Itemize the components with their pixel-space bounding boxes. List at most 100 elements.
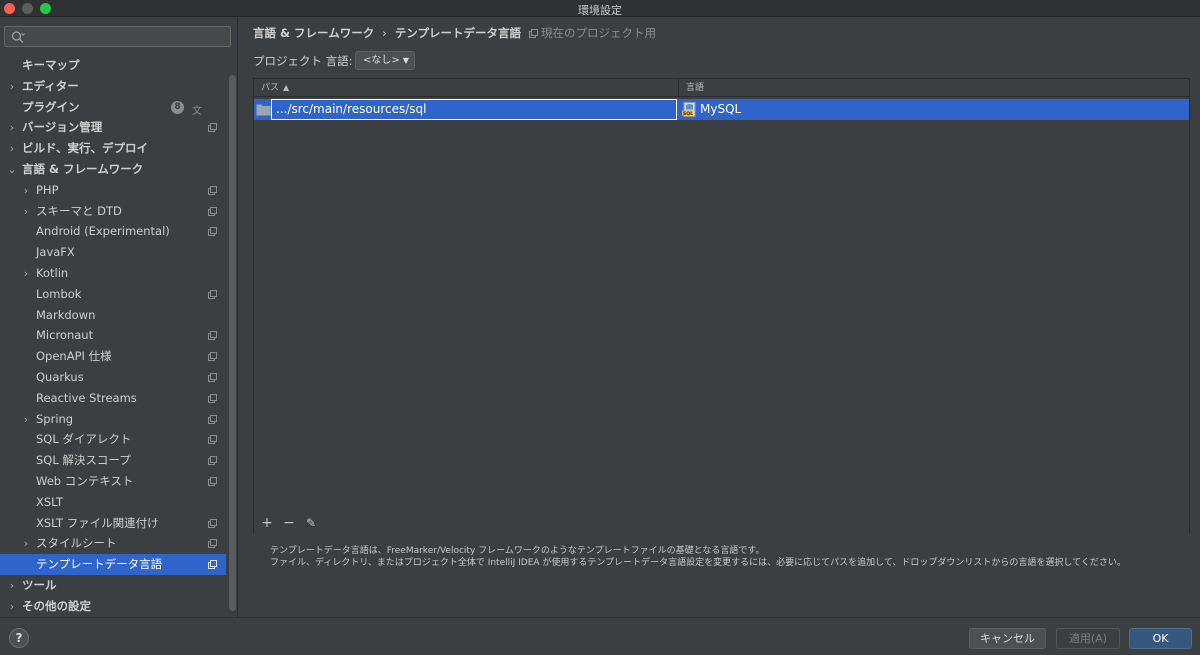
apply-button[interactable]: 適用(A) <box>1056 628 1120 649</box>
sidebar-item[interactable]: テンプレートデータ言語 <box>0 554 226 575</box>
breadcrumb-item: 言語 & フレームワーク <box>253 26 375 40</box>
sidebar-item[interactable]: Quarkus <box>0 367 226 388</box>
sidebar-item-label: エディター <box>22 79 79 93</box>
help-button[interactable]: ? <box>9 628 29 648</box>
sidebar-item[interactable]: Markdown <box>0 305 226 326</box>
sidebar-item[interactable]: ⌄ 言語 & フレームワーク <box>0 159 226 180</box>
project-scope-icon <box>208 290 217 299</box>
sidebar-item[interactable]: Lombok <box>0 284 226 305</box>
sidebar-item-label: ツール <box>22 578 57 592</box>
ok-button[interactable]: OK <box>1129 628 1192 649</box>
column-divider[interactable] <box>678 79 679 97</box>
project-scope-icon <box>208 207 217 216</box>
sort-ascending-icon: ▲ <box>283 83 290 92</box>
chevron-right-icon[interactable]: › <box>21 409 31 430</box>
chevron-down-icon[interactable]: ⌄ <box>7 159 17 180</box>
sidebar-item-label: JavaFX <box>36 245 75 259</box>
remove-button[interactable]: − <box>281 513 297 533</box>
sidebar-item-label: OpenAPI 仕様 <box>36 349 112 363</box>
sidebar-item-label: Lombok <box>36 287 82 301</box>
chevron-right-icon[interactable]: › <box>7 76 17 97</box>
cancel-button[interactable]: キャンセル <box>969 628 1046 649</box>
project-scope-icon <box>208 435 217 444</box>
sidebar-item[interactable]: › バージョン管理 <box>0 117 226 138</box>
chevron-right-icon[interactable]: › <box>21 180 31 201</box>
sidebar-item-label: テンプレートデータ言語 <box>36 557 163 571</box>
sidebar-item[interactable]: SQL ダイアレクト <box>0 429 226 450</box>
sidebar-item[interactable]: › その他の設定 <box>0 596 226 617</box>
settings-search-input[interactable] <box>4 26 231 47</box>
title-bar: 環境設定 <box>0 0 1200 17</box>
sidebar-item[interactable]: キーマップ <box>0 55 226 76</box>
sidebar-item[interactable]: プラグイン 8 文 <box>0 97 226 118</box>
sidebar-item-label: Web コンテキスト <box>36 474 134 488</box>
sidebar-item[interactable]: Android (Experimental) <box>0 221 226 242</box>
chevron-right-icon[interactable]: › <box>21 263 31 284</box>
sidebar-item-label: Android (Experimental) <box>36 224 170 238</box>
project-scope-icon <box>208 331 217 340</box>
sidebar-item-label: Kotlin <box>36 266 69 280</box>
table-row[interactable]: .../src/main/resources/sql SQL MySQL <box>254 99 1189 120</box>
project-language-value: <なし> <box>363 55 400 66</box>
sidebar-item[interactable]: › Spring <box>0 409 226 430</box>
sidebar-item[interactable]: › ビルド、実行、デプロイ <box>0 138 226 159</box>
sidebar-item[interactable]: › スキーマと DTD <box>0 201 226 222</box>
chevron-right-icon[interactable]: › <box>7 596 17 617</box>
column-header-language[interactable]: 言語 <box>686 79 704 97</box>
sidebar-item-label: Markdown <box>36 308 96 322</box>
sidebar-item-label: スタイルシート <box>36 536 117 550</box>
column-header-path[interactable]: パス ▲ <box>261 79 289 97</box>
sidebar-item[interactable]: JavaFX <box>0 242 226 263</box>
sidebar-item-label: PHP <box>36 183 59 197</box>
sql-file-icon: SQL <box>682 102 696 117</box>
sidebar-item-label: Micronaut <box>36 328 94 342</box>
svg-text:SQL: SQL <box>683 111 693 117</box>
sidebar-item[interactable]: OpenAPI 仕様 <box>0 346 226 367</box>
sidebar-item-label: SQL 解決スコープ <box>36 453 131 467</box>
sidebar-item[interactable]: Web コンテキスト <box>0 471 226 492</box>
chevron-down-icon: ▼ <box>402 56 409 65</box>
project-scope-icon <box>208 227 217 236</box>
sidebar-item[interactable]: › スタイルシート <box>0 533 226 554</box>
sidebar-item[interactable]: XSLT <box>0 492 226 513</box>
project-scope-icon <box>208 560 217 569</box>
table-toolbar: + − ✎ <box>254 513 1189 533</box>
project-scope-icon <box>208 394 217 403</box>
chevron-right-icon[interactable]: › <box>21 201 31 222</box>
sidebar-item-label: Spring <box>36 412 74 426</box>
sidebar-item-label: バージョン管理 <box>22 120 103 134</box>
project-scope-icon <box>208 539 217 548</box>
chevron-right-icon[interactable]: › <box>21 533 31 554</box>
folder-icon <box>256 104 271 116</box>
description-line: ファイル、ディレクトリ、またはプロジェクト全体で IntelliJ IDEA が… <box>270 558 1126 568</box>
add-button[interactable]: + <box>259 513 275 533</box>
sidebar-item-label: Reactive Streams <box>36 391 137 405</box>
edit-button[interactable]: ✎ <box>303 513 319 533</box>
project-scope-icon <box>208 456 217 465</box>
project-scope-icon <box>529 29 538 38</box>
sidebar-scrollbar[interactable] <box>229 75 236 611</box>
sidebar-item-label: SQL ダイアレクト <box>36 432 132 446</box>
sidebar-item[interactable]: › Kotlin <box>0 263 226 284</box>
sidebar-item[interactable]: Reactive Streams <box>0 388 226 409</box>
project-language-select[interactable]: <なし> ▼ <box>355 51 415 70</box>
sidebar-item[interactable]: XSLT ファイル関連付け <box>0 513 226 534</box>
path-cell[interactable]: .../src/main/resources/sql <box>271 99 677 120</box>
sidebar-item[interactable]: › エディター <box>0 76 226 97</box>
chevron-right-icon[interactable]: › <box>7 575 17 596</box>
search-icon <box>11 31 25 43</box>
project-scope-icon <box>208 123 217 132</box>
chevron-right-icon[interactable]: › <box>7 117 17 138</box>
chevron-right-icon[interactable]: › <box>7 138 17 159</box>
sidebar-item-label: 言語 & フレームワーク <box>22 162 144 176</box>
sidebar-item[interactable]: › PHP <box>0 180 226 201</box>
window-title: 環境設定 <box>578 4 622 17</box>
sidebar-item-label: キーマップ <box>22 58 80 72</box>
project-language-label: プロジェクト 言語: <box>253 54 353 68</box>
table-header: パス ▲ 言語 <box>254 79 1189 97</box>
sidebar-item[interactable]: Micronaut <box>0 325 226 346</box>
language-cell[interactable]: MySQL <box>700 99 741 120</box>
sidebar-item[interactable]: SQL 解決スコープ <box>0 450 226 471</box>
scope-note-text: 現在のプロジェクト用 <box>541 26 656 40</box>
sidebar-item[interactable]: › ツール <box>0 575 226 596</box>
